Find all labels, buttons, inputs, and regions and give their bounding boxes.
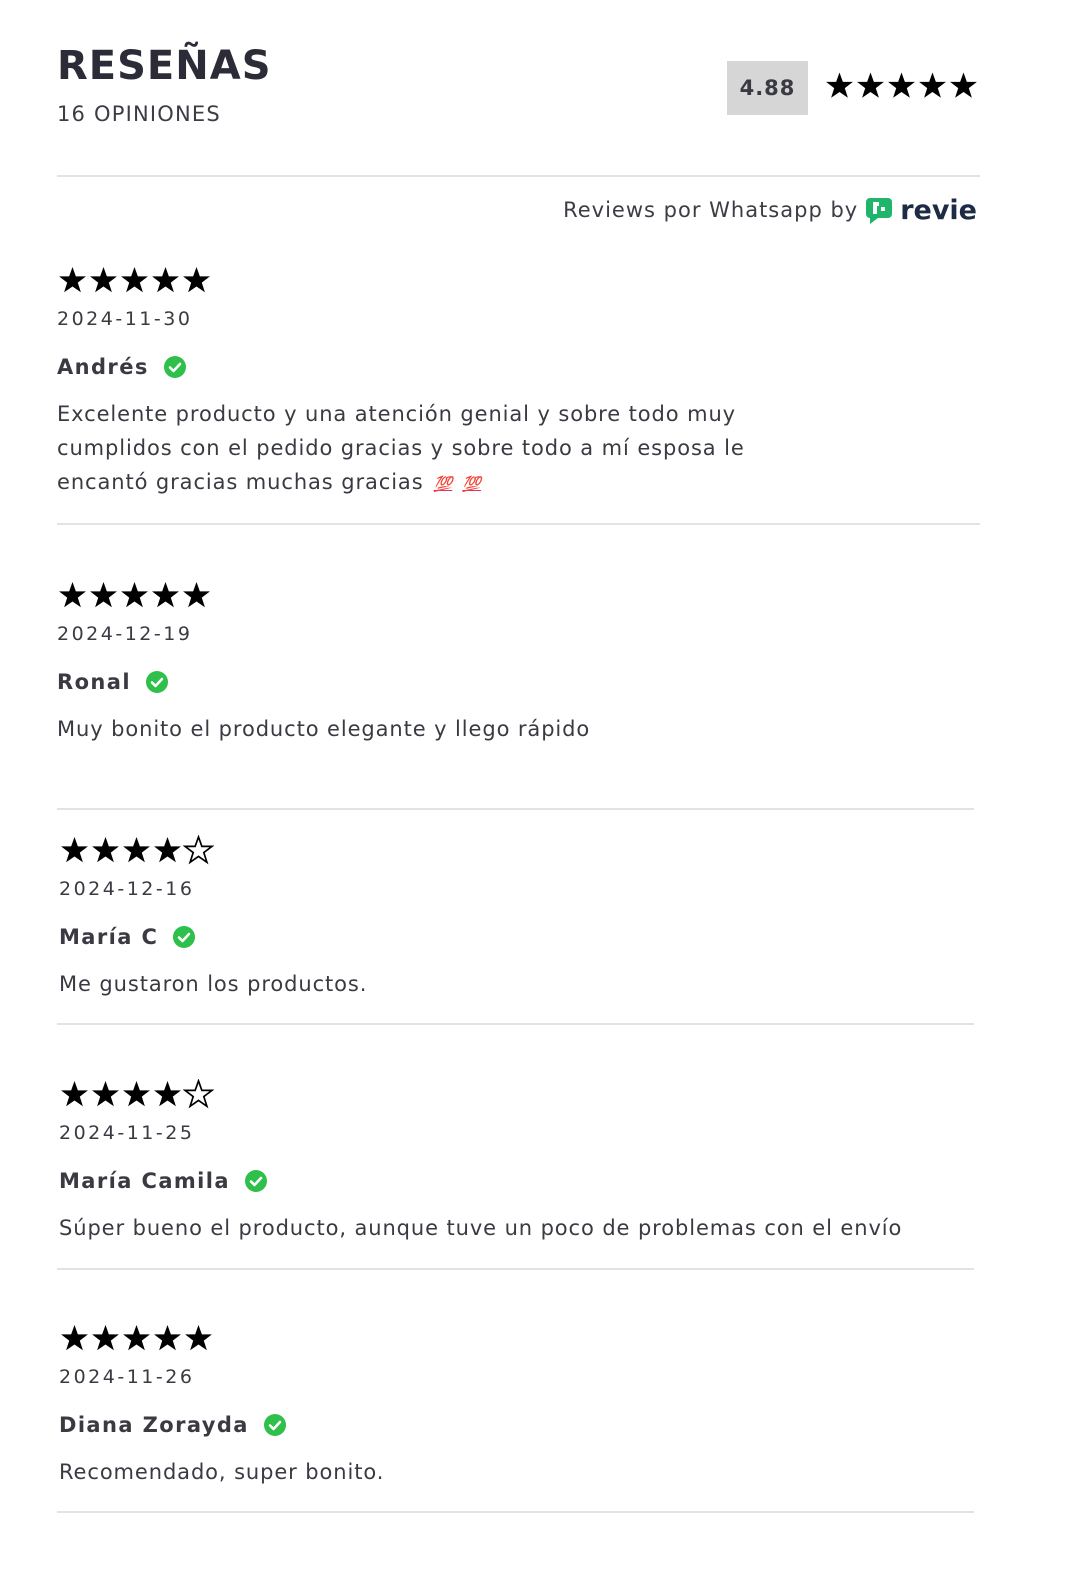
star-filled-icon xyxy=(61,836,88,862)
star-filled-icon xyxy=(121,581,148,607)
star-filled-icon xyxy=(183,581,210,607)
review-author: María Camila xyxy=(59,1169,230,1193)
review-divider xyxy=(57,523,980,525)
review-stars xyxy=(59,833,989,867)
review-divider xyxy=(57,1023,974,1025)
reviews-widget: RESEÑAS 16 OPINIONES 4.88 Reviews por Wh… xyxy=(0,0,1080,1572)
star-filled-icon xyxy=(152,581,179,607)
review-author: Andrés xyxy=(57,355,149,379)
hundred-emoji-icon: 💯 xyxy=(433,475,453,493)
review-author: Ronal xyxy=(57,670,131,694)
powered-by-text: Reviews por Whatsapp by xyxy=(563,198,859,222)
star-empty-icon xyxy=(183,1078,214,1108)
review-stars xyxy=(57,578,987,612)
star-filled-icon xyxy=(61,1080,88,1106)
star-filled-icon xyxy=(152,266,179,292)
star-filled-icon xyxy=(123,1324,150,1350)
average-stars xyxy=(824,66,979,106)
review-text: Me gustaron los productos. xyxy=(59,972,368,996)
revie-logo-icon xyxy=(866,198,893,224)
verified-check-icon xyxy=(263,1414,286,1436)
reviews-count: 16 OPINIONES xyxy=(57,102,221,126)
review-date: 2024-11-26 xyxy=(59,1366,195,1388)
review-item: 2024-11-26 Diana Zorayda Recomendado, su… xyxy=(59,1321,989,1489)
verified-check-icon xyxy=(244,1170,267,1192)
review-date: 2024-12-16 xyxy=(59,878,195,900)
star-filled-icon xyxy=(154,1324,181,1350)
reviews-title: RESEÑAS xyxy=(57,43,272,89)
star-empty-icon xyxy=(183,834,214,864)
star-filled-icon xyxy=(59,266,86,292)
review-date: 2024-11-30 xyxy=(57,308,193,330)
star-filled-icon xyxy=(92,1324,119,1350)
review-text: Recomendado, super bonito. xyxy=(59,1460,385,1484)
review-stars xyxy=(59,1077,989,1111)
star-filled-icon xyxy=(121,266,148,292)
star-filled-icon xyxy=(90,266,117,292)
review-text: Súper bueno el producto, aunque tuve un … xyxy=(59,1216,903,1240)
star-filled-icon xyxy=(154,836,181,862)
star-filled-icon xyxy=(123,1080,150,1106)
review-item: 2024-11-30 Andrés Excelente producto y u… xyxy=(57,263,987,501)
hundred-emoji-icon: 💯 xyxy=(462,475,481,493)
review-stars xyxy=(59,1321,989,1355)
review-text: Excelente producto y una atención genial… xyxy=(57,402,745,494)
star-filled-icon xyxy=(857,72,884,98)
star-filled-icon xyxy=(61,1324,88,1350)
star-filled-icon xyxy=(90,581,117,607)
review-item: 2024-12-16 María C Me gustaron los produ… xyxy=(59,833,989,1001)
revie-brand-name: revie xyxy=(900,194,977,226)
review-divider xyxy=(57,808,974,810)
review-date: 2024-12-19 xyxy=(57,623,193,645)
star-filled-icon xyxy=(92,836,119,862)
review-date: 2024-11-25 xyxy=(59,1122,195,1144)
verified-check-icon xyxy=(173,926,196,948)
star-filled-icon xyxy=(826,72,853,98)
review-author: María C xyxy=(59,925,159,949)
powered-by[interactable]: Reviews por Whatsapp by revie xyxy=(563,192,977,228)
star-filled-icon xyxy=(888,72,915,98)
header-divider xyxy=(57,175,980,177)
star-filled-icon xyxy=(59,581,86,607)
average-rating-badge: 4.88 xyxy=(727,61,808,115)
review-item: 2024-12-19 Ronal Muy bonito el producto … xyxy=(57,578,987,746)
star-filled-icon xyxy=(185,1324,212,1350)
verified-check-icon xyxy=(145,671,168,693)
star-filled-icon xyxy=(950,72,977,98)
review-author: Diana Zorayda xyxy=(59,1413,249,1437)
review-divider xyxy=(57,1268,974,1270)
review-divider xyxy=(57,1511,974,1513)
review-stars xyxy=(57,263,987,297)
review-item: 2024-11-25 María Camila Súper bueno el p… xyxy=(59,1077,989,1245)
star-filled-icon xyxy=(154,1080,181,1106)
star-filled-icon xyxy=(919,72,946,98)
verified-check-icon xyxy=(163,356,186,378)
star-filled-icon xyxy=(183,266,210,292)
star-filled-icon xyxy=(92,1080,119,1106)
review-text: Muy bonito el producto elegante y llego … xyxy=(57,717,591,741)
star-filled-icon xyxy=(123,836,150,862)
